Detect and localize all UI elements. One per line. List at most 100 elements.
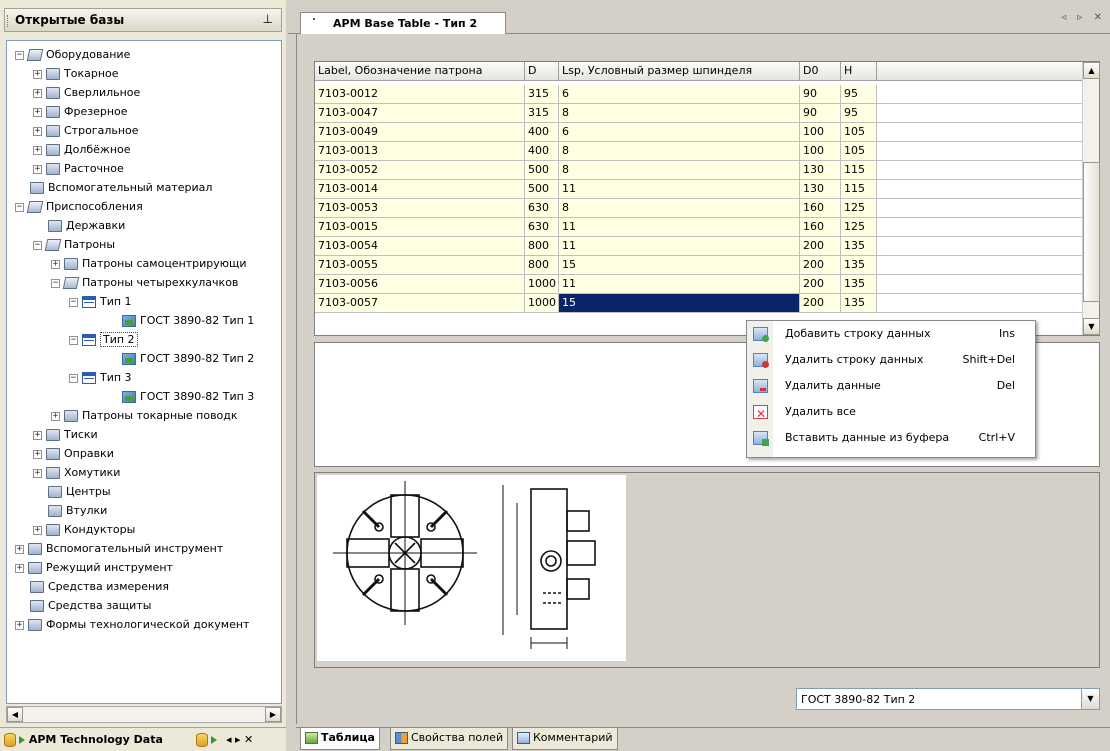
tree-node[interactable]: − Тип 3 (69, 368, 132, 387)
table-cell[interactable] (877, 294, 1083, 313)
expand-icon[interactable]: + (33, 449, 42, 459)
scroll-right-icon[interactable]: ▶ (265, 707, 281, 722)
table-cell[interactable] (877, 142, 1083, 161)
tab-nav-controls[interactable]: ◂ ▸ ✕ (226, 731, 253, 751)
context-menu-item[interactable]: Удалить строку данных Shift+Del (747, 349, 1035, 371)
table-cell[interactable]: 200 (800, 294, 841, 313)
table-cell[interactable]: 125 (841, 199, 877, 218)
tree-node[interactable]: + Вспомогательный инструмент (15, 539, 223, 558)
table-cell[interactable]: 105 (841, 142, 877, 161)
tab-apm-base-table[interactable]: APM Base Table - Тип 2 (300, 12, 506, 36)
scroll-down-icon[interactable]: ▼ (1083, 318, 1100, 335)
table-cell[interactable]: 500 (525, 180, 559, 199)
table-cell[interactable]: 160 (800, 218, 841, 237)
table-cell[interactable]: 200 (800, 256, 841, 275)
table-cell[interactable]: 7103-0013 (315, 142, 525, 161)
scroll-thumb[interactable] (1083, 162, 1100, 302)
table-cell[interactable]: 200 (800, 237, 841, 256)
table-cell[interactable]: 7103-0055 (315, 256, 525, 275)
table-cell[interactable]: 1000 (525, 275, 559, 294)
tree-node[interactable]: + Патроны токарные поводк (51, 406, 238, 425)
column-header[interactable]: Label, Обозначение патрона (315, 62, 525, 81)
tree-node[interactable]: Вспомогательный материал (15, 178, 212, 197)
expand-icon[interactable]: + (33, 69, 42, 79)
tree-node[interactable]: + Долбёжное (33, 140, 131, 159)
expand-icon[interactable]: + (33, 525, 42, 535)
table-cell[interactable]: 8 (559, 199, 800, 218)
expand-icon[interactable]: + (33, 145, 42, 155)
tree-node[interactable]: Втулки (33, 501, 107, 520)
tree-node[interactable]: − Оборудование (15, 45, 130, 64)
tab-table[interactable]: Таблица (300, 728, 380, 750)
expand-icon[interactable]: + (33, 126, 42, 136)
table-cell[interactable]: 125 (841, 218, 877, 237)
expand-icon[interactable]: + (15, 563, 24, 573)
table-cell[interactable]: 7103-0049 (315, 123, 525, 142)
tree-node[interactable]: Средства измерения (15, 577, 169, 596)
scroll-left-icon[interactable]: ◀ (7, 707, 23, 722)
table-cell[interactable]: 1000 (525, 294, 559, 313)
pin-icon[interactable]: ⊥ (263, 12, 273, 26)
image-selector-combobox[interactable]: ГОСТ 3890-82 Тип 2 ▼ (796, 688, 1100, 710)
expand-icon[interactable]: + (15, 620, 24, 630)
table-cell[interactable]: 7103-0047 (315, 104, 525, 123)
tree-node[interactable]: + Режущий инструмент (15, 558, 173, 577)
tree-node[interactable]: − Тип 1 (69, 292, 132, 311)
table-cell[interactable]: 105 (841, 123, 877, 142)
table-cell[interactable] (877, 85, 1083, 104)
column-header[interactable]: H (841, 62, 877, 81)
expand-icon[interactable]: + (33, 88, 42, 98)
column-header[interactable]: D0 (800, 62, 841, 81)
table-cell[interactable] (877, 123, 1083, 142)
table-cell[interactable]: 7103-0012 (315, 85, 525, 104)
table-cell[interactable]: 90 (800, 85, 841, 104)
tree-node[interactable]: + Кондукторы (33, 520, 135, 539)
expand-icon[interactable]: + (51, 411, 60, 421)
tree-node[interactable]: Центры (33, 482, 111, 501)
table-cell[interactable]: 115 (841, 180, 877, 199)
tree-node[interactable]: − Патроны четырехкулачков (51, 273, 238, 292)
expand-icon[interactable]: + (51, 259, 60, 269)
tab-comment[interactable]: Комментарий (512, 728, 618, 750)
expand-icon[interactable]: + (15, 544, 24, 554)
context-menu-item[interactable]: Удалить данные Del (747, 375, 1035, 397)
table-cell[interactable]: 630 (525, 199, 559, 218)
expand-icon[interactable]: + (33, 164, 42, 174)
table-cell[interactable]: 130 (800, 161, 841, 180)
table-cell[interactable] (877, 218, 1083, 237)
table-cell[interactable]: 315 (525, 85, 559, 104)
tree-node[interactable]: ГОСТ 3890-82 Тип 3 (107, 387, 254, 406)
table-cell[interactable]: 11 (559, 180, 800, 199)
column-header[interactable]: D (525, 62, 559, 81)
column-header[interactable] (877, 62, 1083, 81)
expand-icon[interactable]: + (33, 107, 42, 117)
collapse-icon[interactable]: − (15, 202, 24, 212)
table-cell[interactable]: 11 (559, 218, 800, 237)
table-cell[interactable] (877, 180, 1083, 199)
tree-node[interactable]: − Патроны (33, 235, 115, 254)
collapse-icon[interactable]: − (15, 50, 24, 60)
collapse-icon[interactable]: − (69, 297, 78, 307)
table-cell[interactable]: 8 (559, 142, 800, 161)
table-cell[interactable]: 7103-0014 (315, 180, 525, 199)
table-cell[interactable]: 200 (800, 275, 841, 294)
table-cell[interactable]: 7103-0057 (315, 294, 525, 313)
table-cell[interactable]: 8 (559, 161, 800, 180)
table-cell[interactable]: 135 (841, 256, 877, 275)
table-cell[interactable]: 130 (800, 180, 841, 199)
table-cell[interactable]: 11 (559, 237, 800, 256)
tree-node[interactable]: + Патроны самоцентрирующи (51, 254, 247, 273)
table-cell[interactable]: 8 (559, 104, 800, 123)
tree-node[interactable]: + Расточное (33, 159, 124, 178)
table-cell[interactable]: 115 (841, 161, 877, 180)
table-cell[interactable] (877, 104, 1083, 123)
table-cell[interactable]: 7103-0015 (315, 218, 525, 237)
database-tree[interactable]: − Оборудование + Токарное + Сверлильное + Фрезе… (6, 40, 282, 704)
expand-icon[interactable]: + (33, 468, 42, 478)
table-cell[interactable]: 400 (525, 142, 559, 161)
context-menu-item[interactable]: Вставить данные из буфера Ctrl+V (747, 427, 1035, 449)
tree-node[interactable]: − Приспособления (15, 197, 143, 216)
table-cell[interactable]: 100 (800, 142, 841, 161)
table-cell[interactable]: 7103-0056 (315, 275, 525, 294)
tab-second-database[interactable] (196, 731, 217, 751)
